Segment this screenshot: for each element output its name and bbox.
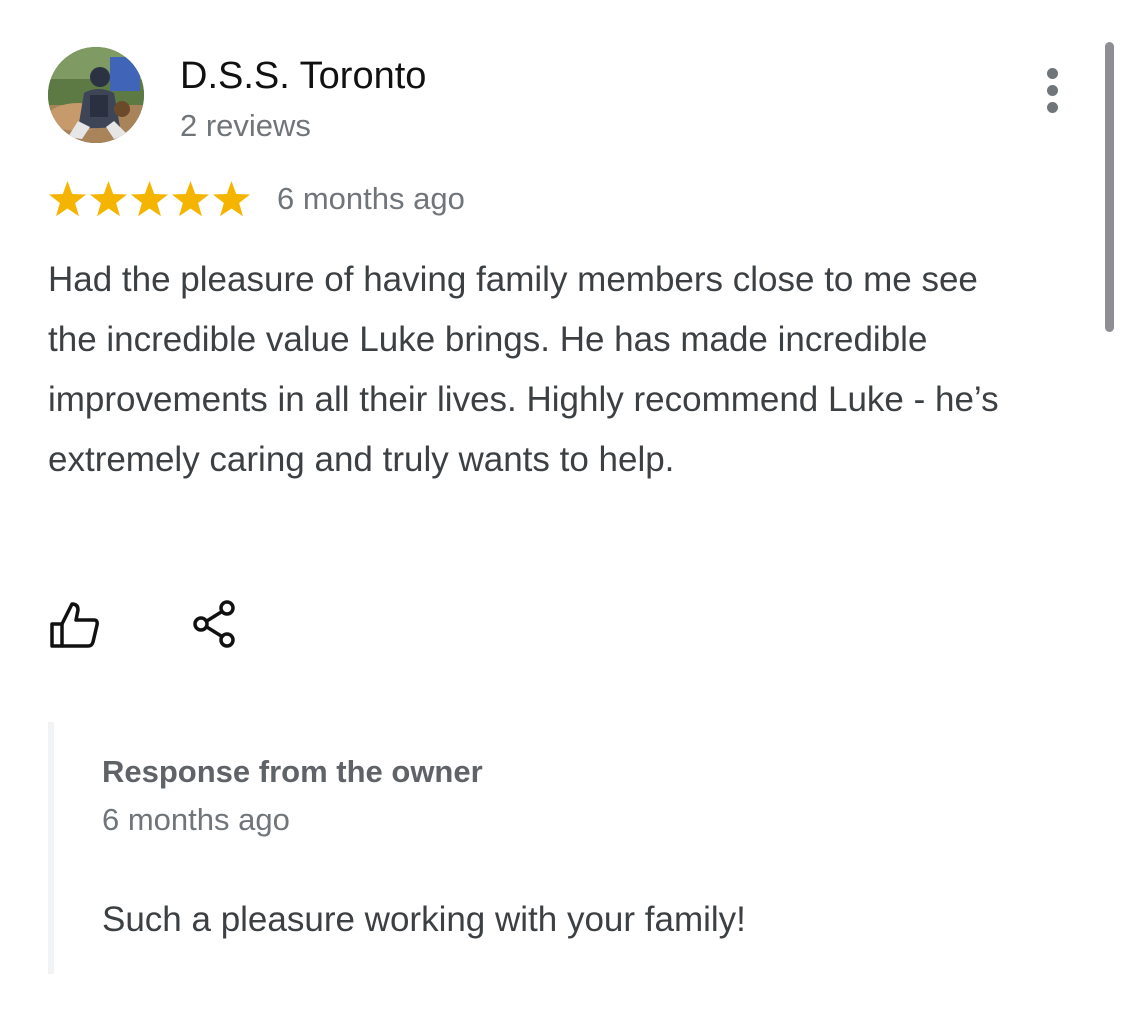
more-dot [1047,102,1058,113]
thumbs-up-icon [50,602,99,648]
share-icon [193,600,235,648]
share-button[interactable] [186,596,242,652]
review-date: 6 months ago [277,181,465,216]
like-button[interactable] [46,596,102,652]
stars [48,180,251,219]
star-icon [48,180,87,216]
response-text: Such a pleasure working with your family… [102,900,746,939]
star-icon [130,180,169,216]
avatar-photo [48,47,144,143]
more-options-button[interactable] [1030,62,1076,118]
more-dot [1047,85,1058,96]
review-text: Had the pleasure of having family member… [48,260,999,479]
scrollbar[interactable] [1105,42,1114,332]
star-icon [89,180,128,216]
star-rating: 6 months ago [48,175,465,223]
avatar[interactable] [48,47,144,143]
author-name[interactable]: D.S.S. Toronto [180,52,426,100]
owner-response: Response from the owner 6 months ago Suc… [48,722,1014,974]
star-icon [171,180,210,216]
star-icon [212,180,251,216]
author-review-count[interactable]: 2 reviews [180,106,311,146]
response-date: 6 months ago [102,802,290,837]
response-title: Response from the owner [102,754,483,789]
more-dot [1047,68,1058,79]
review-actions [48,596,242,652]
